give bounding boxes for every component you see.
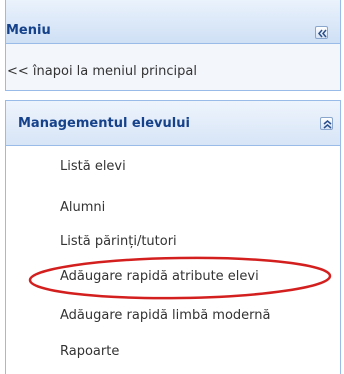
back-to-main-menu-link[interactable]: << înapoi la meniul principal <box>7 64 197 79</box>
navigation-frame: Meniu << înapoi la meniul principal Mana… <box>0 0 344 374</box>
section-header[interactable]: Managementul elevului <box>6 101 340 146</box>
menu-item-adaugare-atribute-elevi[interactable]: Adăugare rapidă atribute elevi <box>60 269 259 284</box>
menu-title: Meniu <box>6 23 51 38</box>
menu-item-lista-elevi[interactable]: Listă elevi <box>60 159 126 174</box>
double-chevron-left-icon <box>318 29 327 38</box>
section-collapse-button[interactable] <box>320 117 333 130</box>
menu-item-alumni[interactable]: Alumni <box>60 200 105 215</box>
menu-collapse-button[interactable] <box>315 26 328 39</box>
menu-item-rapoarte[interactable]: Rapoarte <box>60 344 119 359</box>
section-title: Managementul elevului <box>18 116 190 131</box>
menu-item-adaugare-limba-moderna[interactable]: Adăugare rapidă limbă modernă <box>60 308 270 323</box>
menu-header <box>6 0 340 44</box>
menu-item-lista-parinti-tutori[interactable]: Listă părinți/tutori <box>60 234 177 249</box>
double-chevron-up-icon <box>323 120 332 129</box>
